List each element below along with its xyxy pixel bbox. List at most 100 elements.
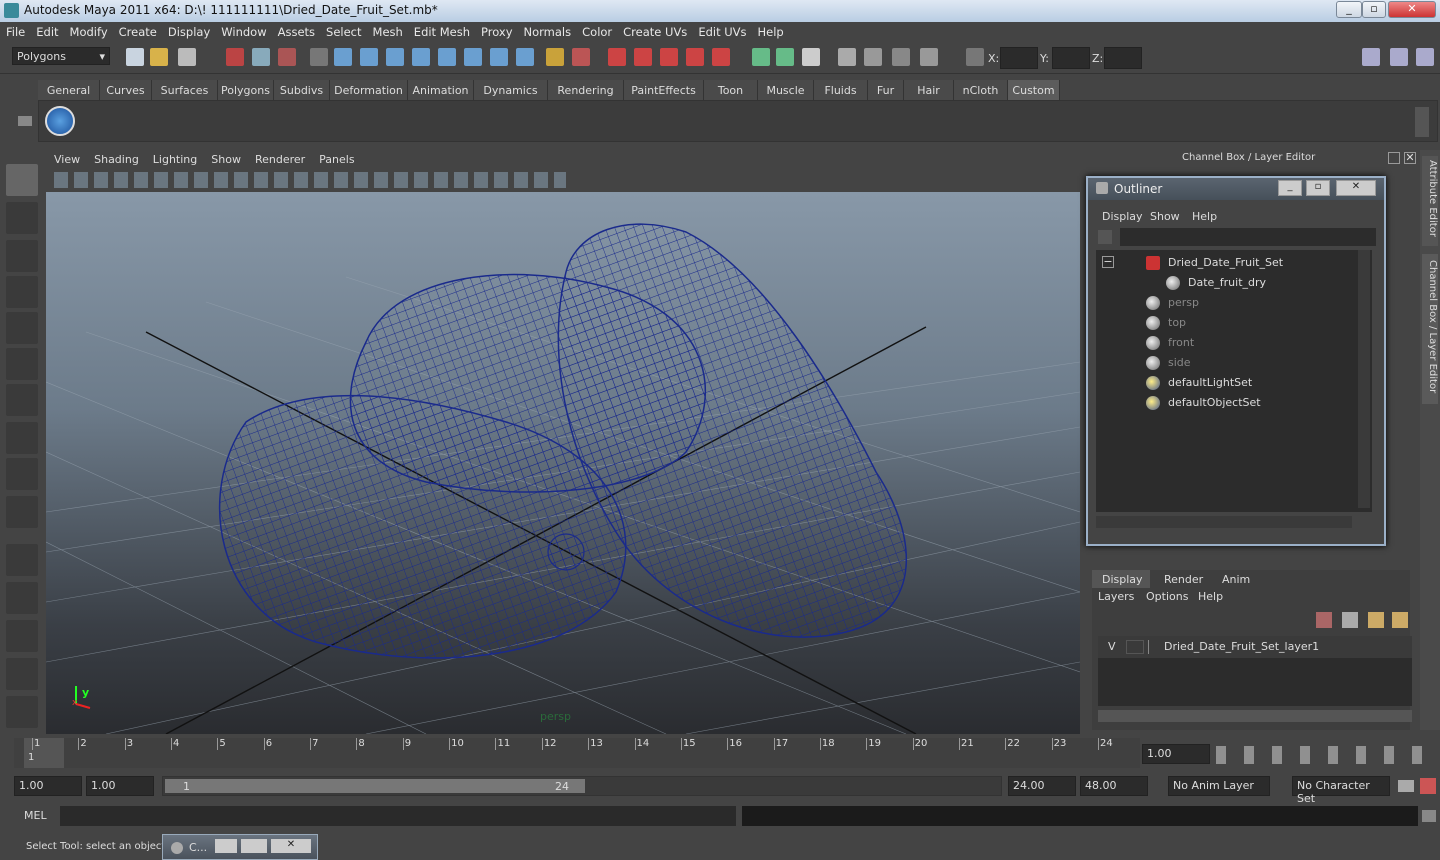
menu-window[interactable]: Window <box>215 22 271 39</box>
help-icon[interactable] <box>516 48 534 66</box>
shelf-tab-ncloth[interactable]: nCloth <box>954 80 1008 100</box>
outliner-menu-help[interactable]: Help <box>1192 210 1217 223</box>
camera-icon[interactable] <box>838 48 856 66</box>
clapper-icon[interactable] <box>864 48 882 66</box>
x-input[interactable] <box>1000 47 1038 69</box>
last-tool-icon[interactable] <box>6 496 38 528</box>
range-slider[interactable]: 1 24 <box>162 776 1002 796</box>
menu-edit-uvs[interactable]: Edit UVs <box>692 22 751 39</box>
layer-row[interactable]: V Dried_Date_Fruit_Set_layer1 <box>1098 636 1412 658</box>
attribute-editor-tab[interactable]: Attribute Editor <box>1422 156 1438 246</box>
command-language-label[interactable]: MEL <box>24 809 47 822</box>
channel-box-toggle-icon[interactable] <box>1416 48 1434 66</box>
menu-help[interactable]: Help <box>752 22 789 39</box>
outliner-item-set[interactable]: Dried_Date_Fruit_Set <box>1146 256 1283 270</box>
menu-modify[interactable]: Modify <box>64 22 113 39</box>
shelf-tab-rendering[interactable]: Rendering <box>548 80 624 100</box>
universal-manip-icon[interactable] <box>6 384 38 416</box>
rotate-tool-icon[interactable] <box>6 312 38 344</box>
outliner-item-side[interactable]: side <box>1146 356 1191 370</box>
outliner-title-bar[interactable]: Outliner _ ▫ ✕ <box>1088 178 1384 200</box>
lasso-tool-icon[interactable] <box>6 202 38 234</box>
key-icon[interactable] <box>1398 780 1414 792</box>
outliner-hscroll[interactable] <box>1096 516 1352 528</box>
shelf-tab-custom[interactable]: Custom <box>1008 80 1060 100</box>
viewport-menu-show[interactable]: Show <box>203 150 247 166</box>
viewport-canvas[interactable]: y x persp <box>46 192 1080 734</box>
outliner-item-persp[interactable]: persp <box>1146 296 1199 310</box>
snap-curve-icon[interactable] <box>360 48 378 66</box>
close-panel-icon[interactable]: ✕ <box>1404 152 1416 164</box>
layer-move-down-icon[interactable] <box>1392 612 1408 628</box>
outliner-maximize-button[interactable]: ▫ <box>1306 180 1330 196</box>
menu-select[interactable]: Select <box>320 22 366 39</box>
maximize-button[interactable]: ▫ <box>1362 1 1386 18</box>
collapse-toggle-icon[interactable]: − <box>1102 256 1114 268</box>
shelf-tab-fur[interactable]: Fur <box>868 80 904 100</box>
y-input[interactable] <box>1052 47 1090 69</box>
layer-move-up-icon[interactable] <box>1368 612 1384 628</box>
filter-icon[interactable] <box>310 48 328 66</box>
gear-icon[interactable] <box>920 48 938 66</box>
shader-icon[interactable] <box>892 48 910 66</box>
snap-misc-icon[interactable] <box>464 48 482 66</box>
layer-tab-display[interactable]: Display <box>1092 570 1150 588</box>
float-panel-icon[interactable] <box>1388 152 1400 164</box>
render-frame-icon[interactable] <box>634 48 652 66</box>
layer-scrollbar[interactable] <box>1098 710 1412 722</box>
outliner-item-lightset[interactable]: defaultLightSet <box>1146 376 1252 390</box>
shelf-tab-deformation[interactable]: Deformation <box>330 80 408 100</box>
minimized-window-tab[interactable]: C... ✕ <box>162 834 318 860</box>
move-tool-icon[interactable] <box>6 276 38 308</box>
input-ops-icon[interactable] <box>572 48 590 66</box>
new-scene-icon[interactable] <box>126 48 144 66</box>
layer-menu-layers[interactable]: Layers <box>1098 590 1134 603</box>
render-view-icon[interactable] <box>712 48 730 66</box>
graph-layout-icon[interactable] <box>6 658 38 690</box>
outliner-filter-icon[interactable] <box>1098 230 1112 244</box>
current-frame-field[interactable]: 1.00 <box>1142 744 1210 764</box>
menu-set-dropdown[interactable]: Polygons ▾ <box>12 47 110 65</box>
snap-point-icon[interactable] <box>386 48 404 66</box>
ipr-render-icon[interactable] <box>660 48 678 66</box>
menu-edit-mesh[interactable]: Edit Mesh <box>408 22 475 39</box>
select-component-icon[interactable] <box>278 48 296 66</box>
scale-tool-icon[interactable] <box>6 348 38 380</box>
viewport-menu-panels[interactable]: Panels <box>311 150 360 166</box>
shelf-tab-muscle[interactable]: Muscle <box>758 80 814 100</box>
select-hierarchy-icon[interactable] <box>226 48 244 66</box>
anim-layer-dropdown[interactable]: No Anim Layer <box>1168 776 1270 796</box>
show-manip-icon[interactable] <box>6 458 38 490</box>
single-pane-layout-icon[interactable] <box>6 544 38 576</box>
menu-file[interactable]: File <box>0 22 30 39</box>
transform-field-icon[interactable] <box>966 48 984 66</box>
z-input[interactable] <box>1104 47 1142 69</box>
menu-create[interactable]: Create <box>113 22 162 39</box>
snapshot-icon[interactable] <box>752 48 770 66</box>
menu-proxy[interactable]: Proxy <box>475 22 518 39</box>
outliner-menu-show[interactable]: Show <box>1150 210 1180 223</box>
shelf-scroll[interactable] <box>1415 107 1429 137</box>
snap-misc2-icon[interactable] <box>490 48 508 66</box>
anim-start-field[interactable]: 1.00 <box>14 776 82 796</box>
layer-menu-help[interactable]: Help <box>1198 590 1223 603</box>
anim-end-field[interactable]: 48.00 <box>1080 776 1148 796</box>
snap-grid-icon[interactable] <box>334 48 352 66</box>
anim-prefs-icon[interactable] <box>1420 778 1436 794</box>
layer-menu-options[interactable]: Options <box>1146 590 1188 603</box>
task-restore-icon[interactable] <box>215 839 237 853</box>
outliner-item-objectset[interactable]: defaultObjectSet <box>1146 396 1261 410</box>
shelf-tab-polygons[interactable]: Polygons <box>218 80 274 100</box>
layer-type-toggle[interactable] <box>1126 640 1144 654</box>
quick-layout-icon[interactable] <box>6 696 38 728</box>
layer-tab-render[interactable]: Render <box>1152 570 1208 588</box>
outliner-menu-display[interactable]: Display <box>1102 210 1143 223</box>
shelf-tab-animation[interactable]: Animation <box>408 80 474 100</box>
lock-icon[interactable] <box>546 48 564 66</box>
menu-display[interactable]: Display <box>162 22 215 39</box>
task-maximize-icon[interactable] <box>241 839 267 853</box>
close-button[interactable]: ✕ <box>1388 1 1436 18</box>
tool-settings-toggle-icon[interactable] <box>1390 48 1408 66</box>
layer-tab-anim[interactable]: Anim <box>1210 570 1260 588</box>
soft-mod-icon[interactable] <box>6 422 38 454</box>
